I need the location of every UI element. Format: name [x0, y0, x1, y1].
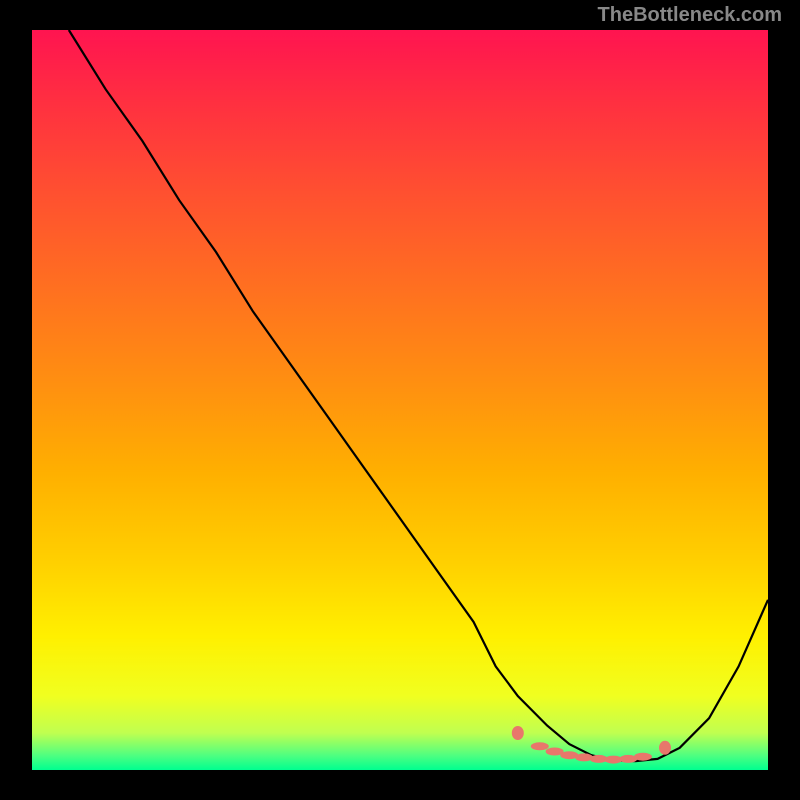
chart-plot-area	[32, 30, 768, 770]
watermark-text: TheBottleneck.com	[598, 4, 782, 27]
